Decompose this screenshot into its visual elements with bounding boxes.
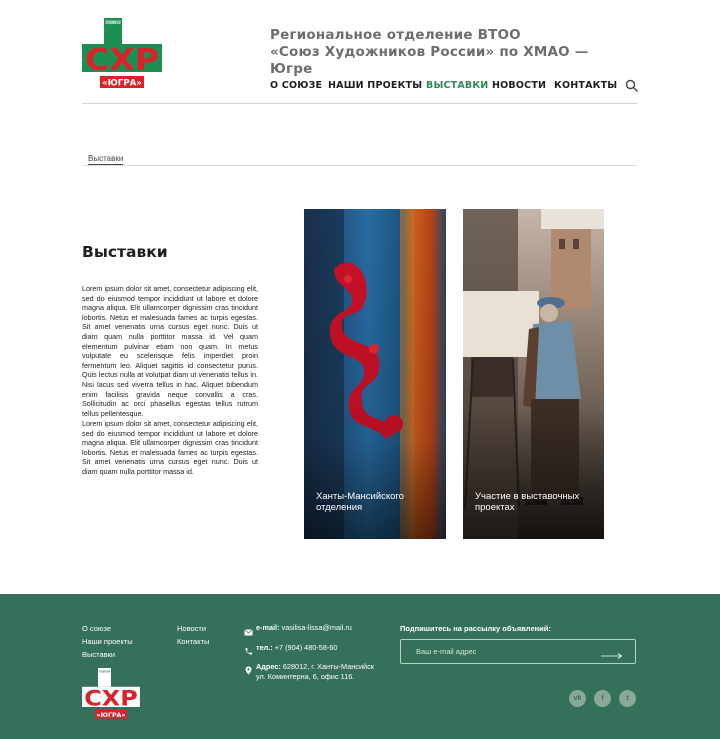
- logo-top-text-1: СОЮЗ ХУДОЖНИКОВ РОССИИ: [106, 20, 121, 25]
- logo-letters: СХР: [85, 43, 159, 78]
- card-image-street-painter: [463, 209, 604, 539]
- footer-logo-top-text: СОЮЗ ХУДОЖНИКОВ РОССИИ: [99, 669, 110, 673]
- footer-link-contacts[interactable]: Контакты: [177, 637, 209, 646]
- header-divider: [82, 103, 637, 104]
- footer-link-news[interactable]: Новости: [177, 624, 206, 633]
- footer-address: Адрес: 628012, г. Ханты-Мансийск ул. Ком…: [256, 662, 374, 681]
- subscribe-arrow-icon[interactable]: [601, 647, 623, 659]
- footer-phone: тел.: +7 (904) 480-58-60: [256, 643, 337, 653]
- logo[interactable]: СОЮЗ ХУДОЖНИКОВ РОССИИ СХР «ЮГРА»: [82, 18, 162, 90]
- footer-link-projects[interactable]: Наши проекты: [82, 637, 133, 646]
- description-paragraph-2: Lorem ipsum dolor sit amet, consectetur …: [82, 419, 258, 476]
- subscribe-title: Подпишитесь на рассылку объявлений:: [400, 624, 551, 633]
- footer-email: e-mail: vasilisa-lissa@mail.ru: [256, 623, 352, 633]
- breadcrumb[interactable]: Выставки: [88, 154, 123, 163]
- footer-logo[interactable]: СОЮЗ ХУДОЖНИКОВ РОССИИ СХР «ЮГРА»: [82, 668, 140, 720]
- exhibition-card-projects[interactable]: Участие в выставочных проектах: [463, 209, 604, 539]
- location-pin-icon: [244, 662, 253, 675]
- email-label: e-mail:: [256, 623, 280, 632]
- description-paragraph-1: Lorem ipsum dolor sit amet, consectetur …: [82, 284, 258, 418]
- footer-link-about[interactable]: О союзе: [82, 624, 111, 633]
- vk-icon[interactable]: vk: [569, 690, 586, 707]
- search-icon[interactable]: [625, 79, 639, 93]
- footer-logo-letters: СХР: [84, 687, 137, 712]
- nav-item-exhibitions[interactable]: ВЫСТАВКИ: [426, 80, 488, 91]
- nav-item-about[interactable]: О СОЮЗЕ: [270, 80, 322, 91]
- page-title: Выставки: [82, 243, 168, 261]
- org-title: Региональное отделение ВТОО «Союз Художн…: [270, 27, 610, 78]
- org-title-line1: Региональное отделение ВТОО: [270, 27, 521, 43]
- twitter-icon[interactable]: t: [619, 690, 636, 707]
- nav-item-projects[interactable]: НАШИ ПРОЕКТЫ: [328, 80, 422, 91]
- card-label: Участие в выставочных проектах: [475, 491, 580, 513]
- breadcrumb-divider: [82, 165, 637, 166]
- card-label: Ханты-Мансийского отделения: [316, 491, 404, 513]
- facebook-icon[interactable]: f: [594, 690, 611, 707]
- mail-icon: [244, 624, 253, 636]
- logo-region: «ЮГРА»: [102, 79, 142, 89]
- address-line2: ул. Коминтерна, 6, офис 116.: [256, 671, 355, 681]
- nav-item-news[interactable]: НОВОСТИ: [492, 80, 546, 91]
- footer-link-exhibitions[interactable]: Выставки: [82, 650, 115, 659]
- nav-item-contacts[interactable]: КОНТАКТЫ: [554, 80, 617, 91]
- phone-icon: [244, 643, 253, 655]
- email-value[interactable]: vasilisa-lissa@mail.ru: [282, 623, 352, 632]
- org-title-line2: «Союз Художников России» по ХМАО — Югре: [270, 44, 589, 77]
- address-line1: 628012, г. Ханты-Мансийск: [282, 662, 374, 671]
- exhibition-card-khanty-mansiysk[interactable]: Ханты-Мансийского отделения: [304, 209, 446, 539]
- footer-logo-region: «ЮГРА»: [97, 711, 126, 719]
- card-image-abstract-painting: [304, 209, 446, 539]
- phone-label: тел.:: [256, 643, 273, 652]
- address-label: Адрес:: [256, 662, 281, 671]
- phone-value[interactable]: +7 (904) 480-58-60: [275, 643, 338, 652]
